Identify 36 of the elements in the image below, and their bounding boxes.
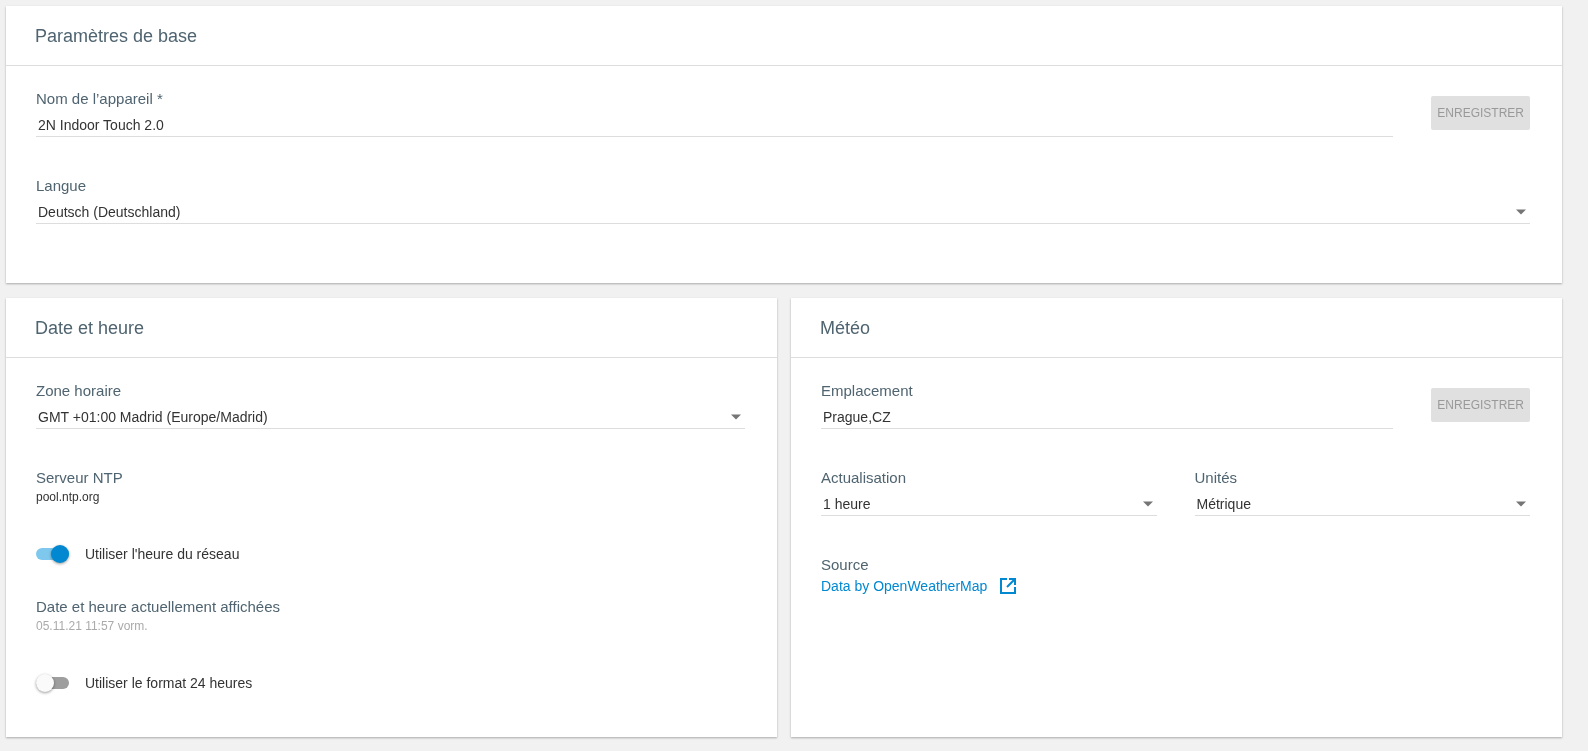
dropdown-field[interactable]: Actualisation 1 heure <box>821 469 1157 516</box>
field-label: Emplacement <box>821 382 914 399</box>
dropdown-field[interactable]: Zone horaire GMT +01:00 Madrid (Europe/Madrid) <box>36 382 745 429</box>
dropdown-caret-icon <box>1516 501 1526 507</box>
dropdown-field[interactable]: Langue Deutsch (Deutschland) <box>36 177 1530 224</box>
toggle-switch[interactable] <box>36 673 69 693</box>
card-title: Paramètres de base <box>6 6 1562 66</box>
field-value: Prague,CZ <box>822 409 891 425</box>
info-label: Serveur NTP <box>36 469 124 486</box>
field-value: 2N Indoor Touch 2.0 <box>37 117 164 133</box>
field-value: Métrique <box>1195 496 1251 512</box>
toggle-switch[interactable] <box>36 544 69 564</box>
toggle-label: Utiliser le format 24 heures <box>85 675 253 691</box>
dropdown-caret-icon <box>1142 501 1153 507</box>
toggle-label: Utiliser l'heure du réseau <box>85 546 240 562</box>
field-label: Langue <box>36 177 88 194</box>
dropdown-caret-icon <box>731 414 741 420</box>
info-label: Source <box>821 556 870 573</box>
field-label: Nom de l’appareil * <box>36 90 164 107</box>
dropdown-caret-icon <box>1516 209 1526 215</box>
field-value: GMT +01:00 Madrid (Europe/Madrid) <box>37 409 268 425</box>
field-label: Unités <box>1194 469 1239 486</box>
field-label: Actualisation <box>821 469 908 486</box>
input-field[interactable]: Emplacement Prague,CZ <box>821 382 1394 429</box>
info-label: Date et heure actuellement affichées <box>36 598 282 615</box>
external-link-icon[interactable] <box>999 577 1018 595</box>
dropdown-field[interactable]: Unités Métrique <box>1194 469 1530 516</box>
info-value: pool.ntp.org <box>36 490 101 504</box>
field-label: Zone horaire <box>36 382 123 399</box>
field-value: 1 heure <box>822 496 871 512</box>
card-title: Date et heure <box>6 298 777 358</box>
info-value: 05.11.21 11:57 vorm. <box>36 619 149 633</box>
field-value: Deutsch (Deutschland) <box>37 204 181 220</box>
source-link[interactable]: Data by OpenWeatherMap <box>821 578 988 594</box>
input-field[interactable]: Nom de l’appareil * 2N Indoor Touch 2.0 <box>36 90 1394 137</box>
card-title: Météo <box>791 298 1562 358</box>
